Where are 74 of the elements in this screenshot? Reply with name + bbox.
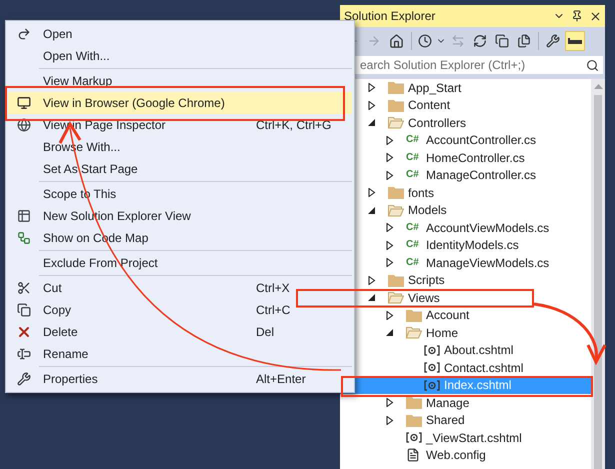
csharp-icon: C# [406,222,419,233]
csharp-icon: C# [406,258,419,268]
pin-icon[interactable] [571,10,583,22]
expand-arrow-icon[interactable] [386,310,394,320]
tree-item[interactable]: Manage [340,394,591,412]
cut-icon [16,281,30,295]
folder-icon [406,308,422,322]
expand-arrow-icon[interactable] [386,240,394,250]
rename-icon [16,347,30,361]
open-folder-icon [388,116,404,130]
folder-icon [388,186,404,200]
preview-toggle-button[interactable] [565,31,585,51]
folder-icon [388,98,404,112]
globe-icon [16,118,30,132]
bar-icon [568,38,582,44]
collapse-icon[interactable] [495,34,509,48]
monitor-icon [16,96,30,110]
razor-file-icon [406,432,422,444]
panel-title: Solution Explorer [344,8,436,25]
refresh-icon[interactable] [473,34,487,48]
wrench-icon [16,372,30,386]
folder-icon [406,396,422,410]
folder-icon [406,414,422,427]
menu-item[interactable]: View in Browser (Google Chrome) [8,92,352,114]
scroll-thumb[interactable] [594,95,602,469]
folder-icon [388,81,404,94]
razor-file-icon [424,344,440,356]
collapse-arrow-icon[interactable] [368,293,376,302]
expand-arrow-icon[interactable] [386,170,394,180]
copy-icon [16,303,30,317]
csharp-icon: C# [406,135,419,146]
tree-item[interactable]: Shared [340,412,591,429]
files-icon[interactable] [517,34,531,48]
collapse-arrow-icon[interactable] [368,118,376,128]
tree-item[interactable]: C# AccountViewModels.cs [340,219,591,236]
history-icon[interactable] [418,34,432,48]
expand-arrow-icon[interactable] [386,398,394,408]
menu-item[interactable]: Open [8,23,352,45]
expand-arrow-icon[interactable] [386,223,394,232]
razor-file-icon [424,362,440,374]
expand-arrow-icon[interactable] [368,188,376,198]
collapse-arrow-icon[interactable] [368,206,376,215]
open-folder-icon [388,204,404,217]
expand-arrow-icon[interactable] [368,83,376,92]
scrollbar[interactable] [591,79,605,469]
tree-item[interactable]: C# IdentityModels.cs [340,236,591,254]
csharp-icon: C# [406,240,419,250]
expand-arrow-icon[interactable] [386,258,394,268]
tree-item[interactable]: C# AccountController.cs [340,132,591,149]
file-icon [406,448,420,462]
tree-item[interactable]: Web.config [340,446,591,464]
tree-item[interactable]: _ViewStart.cshtml [340,429,591,446]
razor-file-icon [424,380,440,391]
close-icon[interactable] [589,10,602,22]
expand-arrow-icon[interactable] [386,136,394,145]
expand-arrow-icon[interactable] [386,153,394,162]
wrench-icon[interactable] [546,34,560,48]
collapse-arrow-icon[interactable] [386,328,394,338]
csharp-icon: C# [406,152,419,163]
redo-arrow-icon [16,27,30,41]
diagram-icon [16,231,30,245]
expand-arrow-icon[interactable] [368,100,376,110]
tree-item[interactable]: Controllers [340,114,591,132]
folder-icon [388,274,404,287]
open-folder-icon [406,326,422,340]
expand-arrow-icon[interactable] [386,416,394,425]
tree-item[interactable]: Models [340,202,591,219]
csharp-icon: C# [406,170,419,180]
expand-arrow-icon[interactable] [368,276,376,285]
open-folder-icon [388,291,404,304]
search-icon[interactable] [586,58,599,72]
window-icon [16,209,30,223]
tree-item[interactable]: fonts [340,184,591,202]
home-icon[interactable] [389,34,404,48]
